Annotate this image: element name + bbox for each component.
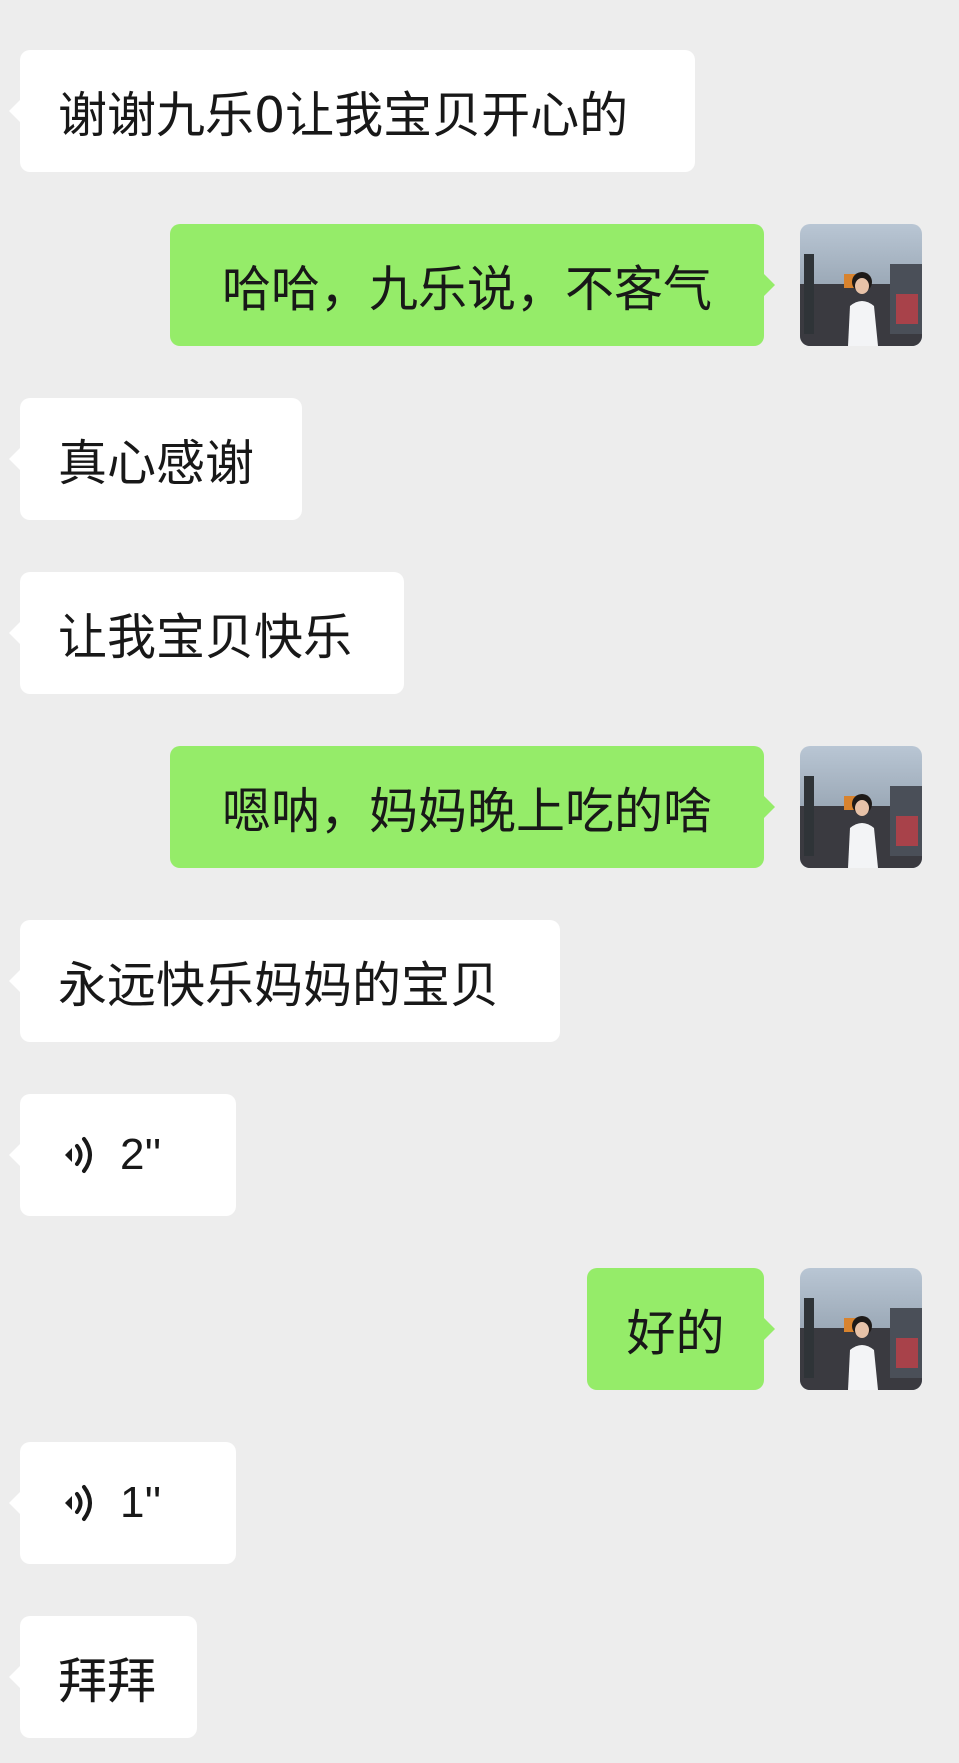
message-text: 好的 xyxy=(626,1304,725,1362)
my-avatar[interactable] xyxy=(800,224,922,346)
incoming-message-bubble[interactable]: 谢谢九乐0让我宝贝开心的 xyxy=(9,50,695,172)
my-avatar[interactable] xyxy=(800,1268,922,1390)
message-text: 哈哈，九乐说，不客气 xyxy=(221,260,712,318)
outgoing-message-bubble[interactable]: 哈哈，九乐说，不客气 xyxy=(170,224,775,346)
message-text: 真心感谢 xyxy=(58,434,255,492)
message-text: 永远快乐妈妈的宝贝 xyxy=(58,956,500,1014)
incoming-message-bubble[interactable]: 拜拜 xyxy=(9,1616,197,1738)
voice-duration: 2'' xyxy=(120,1130,162,1179)
incoming-message-bubble[interactable]: 让我宝贝快乐 xyxy=(9,572,404,694)
my-avatar[interactable] xyxy=(800,746,922,868)
incoming-voice-message[interactable]: 1'' xyxy=(9,1442,236,1564)
incoming-message-bubble[interactable]: 永远快乐妈妈的宝贝 xyxy=(9,920,560,1042)
chat-message-list[interactable]: 谢谢九乐0让我宝贝开心的 哈哈，九乐说，不客气 真心感谢 让我宝贝快乐 嗯呐，妈… xyxy=(0,0,959,1763)
outgoing-message-bubble[interactable]: 好的 xyxy=(587,1268,775,1390)
voice-duration: 1'' xyxy=(120,1478,162,1527)
incoming-voice-message[interactable]: 2'' xyxy=(9,1094,236,1216)
message-text: 让我宝贝快乐 xyxy=(58,608,353,666)
incoming-message-bubble[interactable]: 真心感谢 xyxy=(9,398,302,520)
message-text: 嗯呐，妈妈晚上吃的啥 xyxy=(221,782,712,840)
outgoing-message-bubble[interactable]: 嗯呐，妈妈晚上吃的啥 xyxy=(170,746,775,868)
message-text: 拜拜 xyxy=(58,1652,157,1710)
voice-wave-icon xyxy=(65,1137,92,1173)
voice-wave-icon xyxy=(65,1485,92,1521)
message-text: 谢谢九乐0让我宝贝开心的 xyxy=(58,86,629,144)
